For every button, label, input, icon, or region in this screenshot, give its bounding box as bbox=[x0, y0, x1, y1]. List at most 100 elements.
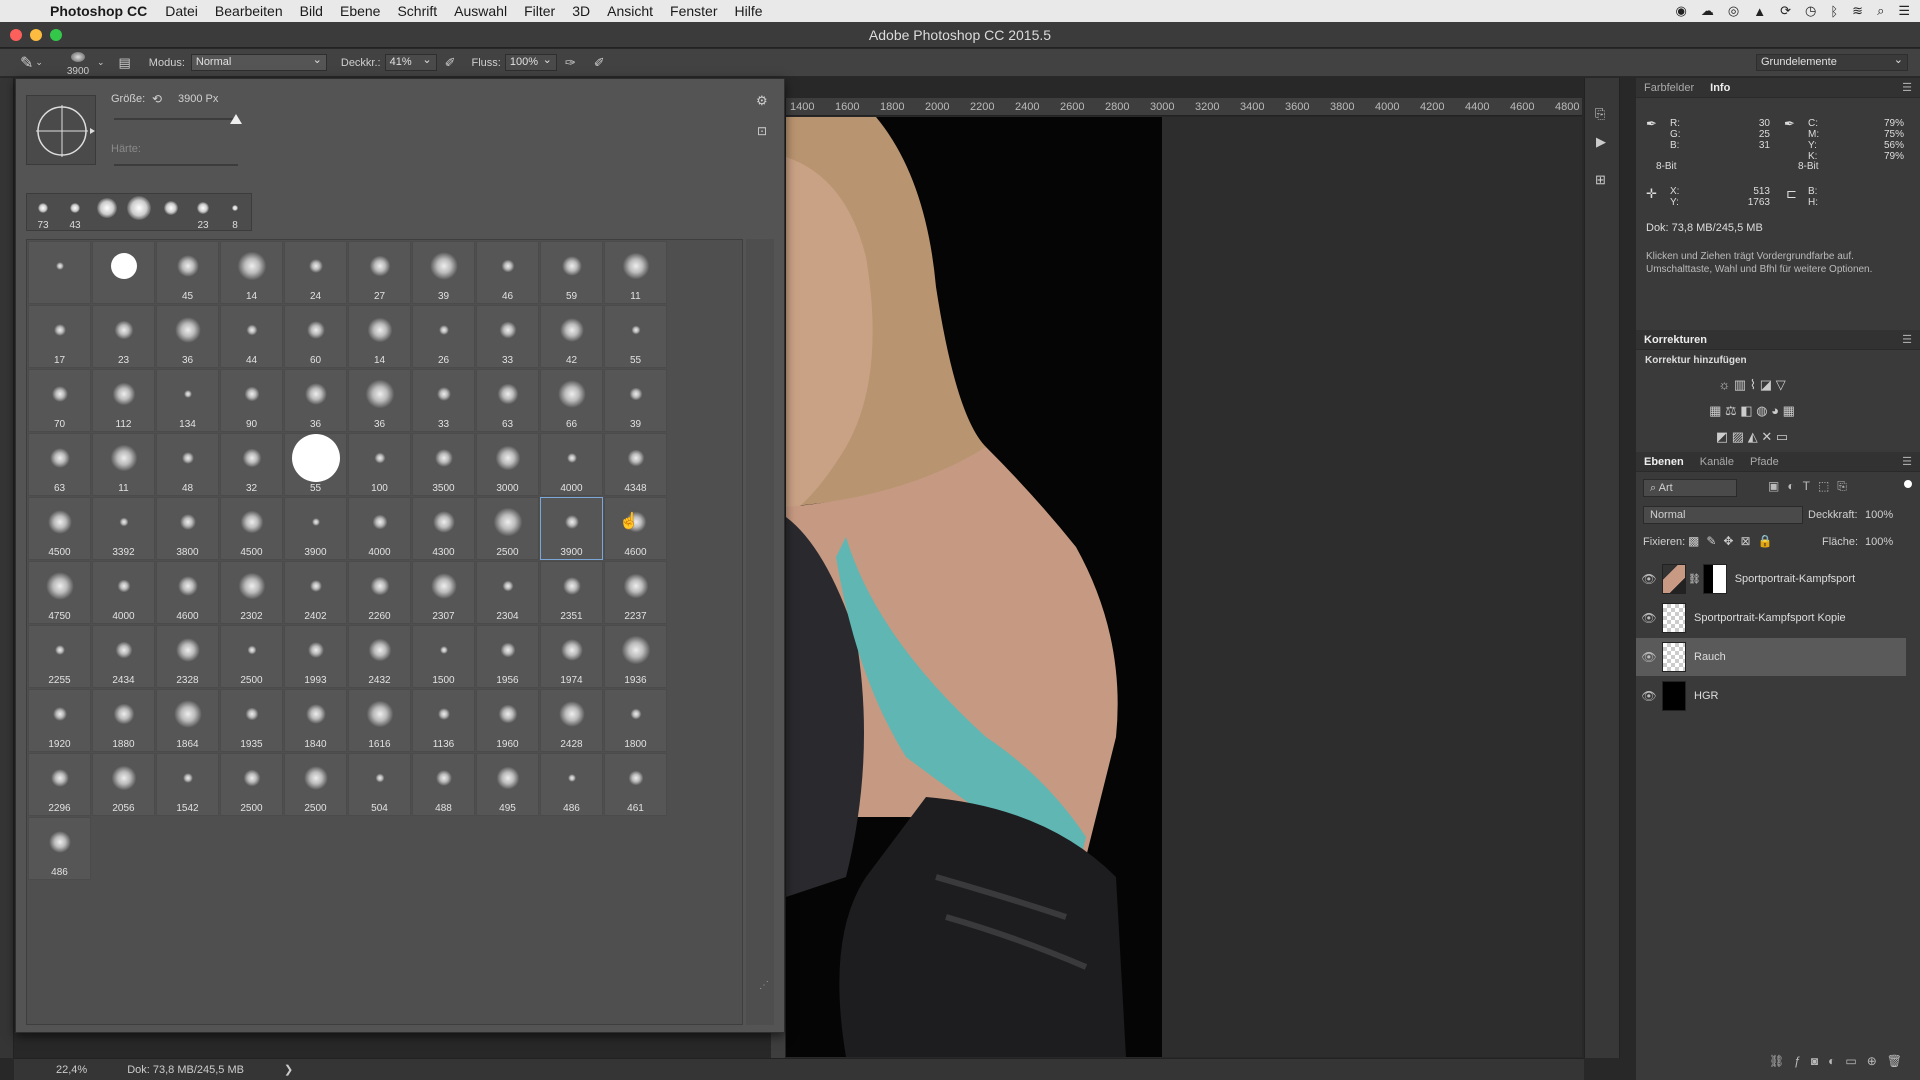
delete-layer-icon[interactable]: 🗑 bbox=[1887, 1054, 1912, 1068]
opacity-input[interactable]: 41% bbox=[384, 53, 437, 71]
recent-brush[interactable] bbox=[155, 194, 187, 232]
brush-preset[interactable]: 495 bbox=[476, 753, 539, 816]
brush-preset[interactable]: 14 bbox=[220, 241, 283, 304]
sync-icon[interactable]: ⟳ bbox=[1780, 3, 1791, 19]
brush-preset[interactable]: 32 bbox=[220, 433, 283, 496]
invert-icon[interactable]: ◩ bbox=[1716, 429, 1728, 444]
brush-preset[interactable]: 2296 bbox=[28, 753, 91, 816]
pressure-opacity-icon[interactable]: ✐ bbox=[445, 55, 456, 71]
brush-preset[interactable]: 4500 bbox=[220, 497, 283, 560]
recent-brush[interactable]: 8 bbox=[219, 194, 251, 232]
brush-preset[interactable]: 1935 bbox=[220, 689, 283, 752]
brush-preset[interactable]: 4750 bbox=[28, 561, 91, 624]
brush-preset[interactable]: 2302 bbox=[220, 561, 283, 624]
brush-preset[interactable]: 2434 bbox=[92, 625, 155, 688]
minimize-window-icon[interactable] bbox=[30, 29, 42, 41]
cloud-icon[interactable]: ☁ bbox=[1701, 3, 1714, 19]
brush-preset[interactable]: 45 bbox=[156, 241, 219, 304]
status-menu-arrow[interactable]: ❯ bbox=[284, 1063, 293, 1076]
panel-menu-icon[interactable]: ☰ bbox=[1902, 81, 1912, 94]
tab-info[interactable]: Info bbox=[1702, 82, 1738, 94]
brush-preset[interactable]: 33 bbox=[476, 305, 539, 368]
workspace-select[interactable]: Grundelemente bbox=[1756, 53, 1908, 71]
wifi-icon[interactable]: ≋ bbox=[1852, 3, 1863, 19]
brush-preset[interactable]: 2428 bbox=[540, 689, 603, 752]
brush-preset[interactable]: 4300 bbox=[412, 497, 475, 560]
recent-brush[interactable] bbox=[91, 194, 123, 232]
brush-angle-preview[interactable] bbox=[26, 95, 96, 165]
new-group-icon[interactable]: ▭ bbox=[1845, 1054, 1866, 1068]
menu-bild[interactable]: Bild bbox=[300, 3, 323, 19]
brush-preset[interactable]: 36 bbox=[284, 369, 347, 432]
brush-preset[interactable]: 3392 bbox=[92, 497, 155, 560]
photo-filter-icon[interactable]: ◍ bbox=[1756, 403, 1767, 418]
color-balance-icon[interactable]: ⚖ bbox=[1725, 403, 1737, 418]
brush-preset[interactable]: 1920 bbox=[28, 689, 91, 752]
brush-preset[interactable] bbox=[92, 241, 155, 304]
brightness-icon[interactable]: ☼ bbox=[1718, 377, 1730, 392]
record-icon[interactable]: ◉ bbox=[1676, 3, 1687, 19]
notification-list-icon[interactable]: ☰ bbox=[1898, 3, 1910, 19]
brush-preset[interactable]: 1974 bbox=[540, 625, 603, 688]
brush-preset[interactable]: 33 bbox=[412, 369, 475, 432]
brush-preset[interactable]: 2260 bbox=[348, 561, 411, 624]
eyedropper-icon[interactable]: ✒ bbox=[1646, 116, 1657, 132]
resize-grip-icon[interactable]: ⋰ bbox=[759, 980, 769, 991]
filter-adjust-icon[interactable]: ◐ bbox=[1787, 479, 1802, 493]
brush-preset[interactable]: 4500 bbox=[28, 497, 91, 560]
airbrush-icon[interactable]: ✑ bbox=[565, 55, 576, 71]
menu-auswahl[interactable]: Auswahl bbox=[454, 3, 507, 19]
lock-transparency-icon[interactable]: ▩ bbox=[1688, 534, 1706, 548]
layer-blend-mode-select[interactable]: Normal bbox=[1643, 506, 1803, 524]
spotlight-search-icon[interactable]: ⌕ bbox=[1877, 3, 1884, 19]
gradient-map-icon[interactable]: ▭ bbox=[1776, 429, 1788, 444]
layer-style-fx-icon[interactable]: ƒ bbox=[1794, 1054, 1811, 1068]
brush-preset[interactable]: 24 bbox=[284, 241, 347, 304]
brush-preset[interactable]: 4000 bbox=[92, 561, 155, 624]
brush-preset[interactable]: 504 bbox=[348, 753, 411, 816]
brush-preset[interactable]: 1993 bbox=[284, 625, 347, 688]
close-window-icon[interactable] bbox=[10, 29, 22, 41]
menu-ansicht[interactable]: Ansicht bbox=[607, 3, 653, 19]
new-preset-icon[interactable]: ⊡ bbox=[757, 124, 767, 138]
visibility-eye-icon[interactable]: 👁 bbox=[1636, 611, 1662, 625]
brush-preset[interactable]: 36 bbox=[348, 369, 411, 432]
reset-size-icon[interactable]: ⟲ bbox=[152, 92, 162, 106]
brush-preset[interactable]: 100 bbox=[348, 433, 411, 496]
brush-preset[interactable]: 2402 bbox=[284, 561, 347, 624]
add-mask-icon[interactable]: ◙ bbox=[1811, 1054, 1828, 1068]
mask-link-icon[interactable]: ⛓ bbox=[1688, 574, 1701, 585]
recent-brush[interactable]: 23 bbox=[187, 194, 219, 232]
hue-saturation-icon[interactable]: ▦ bbox=[1709, 403, 1721, 418]
brush-preset[interactable]: 2500 bbox=[476, 497, 539, 560]
brush-preset[interactable]: 42 bbox=[540, 305, 603, 368]
fill-value[interactable]: 100% bbox=[1865, 536, 1893, 548]
brush-preset[interactable]: 59 bbox=[540, 241, 603, 304]
lock-artboard-icon[interactable]: ⊠ bbox=[1740, 534, 1757, 548]
presets-scrollbar[interactable] bbox=[746, 239, 774, 1025]
brush-preset[interactable]: 2500 bbox=[284, 753, 347, 816]
link-layers-icon[interactable]: ⛓ bbox=[1769, 1054, 1794, 1068]
actions-play-icon[interactable]: ▶ bbox=[1596, 134, 1606, 150]
filter-type-icon[interactable]: T bbox=[1803, 479, 1818, 493]
visibility-eye-icon[interactable]: 👁 bbox=[1636, 650, 1662, 664]
adjustments-title[interactable]: Korrekturen bbox=[1636, 334, 1715, 346]
brush-preset[interactable]: 3500 bbox=[412, 433, 475, 496]
black-white-icon[interactable]: ◧ bbox=[1740, 403, 1752, 418]
brush-preset[interactable]: 1616 bbox=[348, 689, 411, 752]
brush-preset[interactable]: 2328 bbox=[156, 625, 219, 688]
document-photo[interactable] bbox=[786, 117, 1162, 1057]
brush-panel-toggle-icon[interactable]: ▤ bbox=[119, 55, 131, 71]
brush-preset[interactable]: 70 bbox=[28, 369, 91, 432]
lock-position-icon[interactable]: ✥ bbox=[1723, 534, 1740, 548]
menu-ebene[interactable]: Ebene bbox=[340, 3, 380, 19]
filter-shape-icon[interactable]: ⬚ bbox=[1818, 479, 1837, 493]
brush-picker-chevron-icon[interactable]: ⌄ bbox=[97, 57, 105, 68]
size-value[interactable]: 3900 Px bbox=[178, 93, 218, 105]
app-name-menu[interactable]: Photoshop CC bbox=[50, 3, 147, 19]
brush-preset[interactable]: 1864 bbox=[156, 689, 219, 752]
brush-preset[interactable]: 4000 bbox=[348, 497, 411, 560]
posterize-icon[interactable]: ▨ bbox=[1732, 429, 1744, 444]
brush-preset[interactable]: 4348 bbox=[604, 433, 667, 496]
brush-preset[interactable] bbox=[28, 241, 91, 304]
